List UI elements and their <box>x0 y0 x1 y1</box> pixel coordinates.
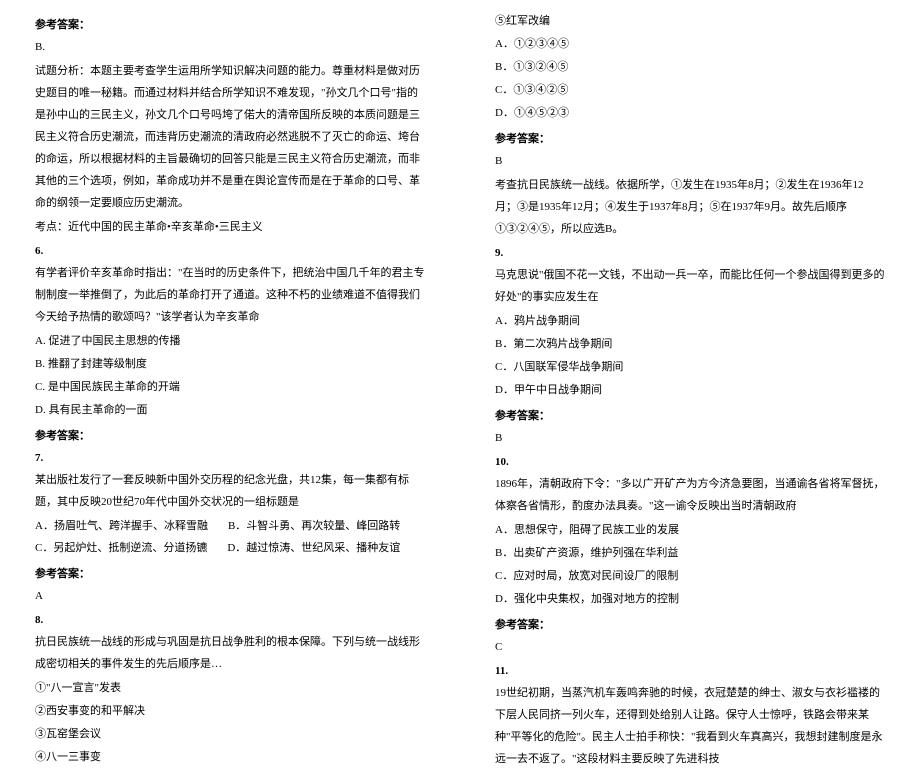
answer-9: B <box>495 427 885 449</box>
q7-option-b: B．斗智斗勇、再次较量、峰回路转 <box>228 515 400 537</box>
q8-item-2: ②西安事变的和平解决 <box>35 700 425 722</box>
q7-option-a: A．扬眉吐气、跨洋握手、冰释雪融 <box>35 515 208 537</box>
q7-option-c: C．另起炉灶、抵制逆流、分道扬镳 <box>35 537 207 559</box>
answer-10: C <box>495 636 885 658</box>
q7-option-d: D．越过惊涛、世纪风采、播种友谊 <box>227 537 400 559</box>
q8-item-3: ③瓦窑堡会议 <box>35 723 425 745</box>
analysis-5-p2: 考点：近代中国的民主革命•辛亥革命•三民主义 <box>35 216 425 238</box>
answer-8: B <box>495 150 885 172</box>
question-7-number: 7. <box>35 447 425 469</box>
q6-option-b: B. 推翻了封建等级制度 <box>35 353 425 375</box>
answer-7: A <box>35 585 425 607</box>
answer-5: B. <box>35 36 425 58</box>
q8-item-4: ④八一三事变 <box>35 746 425 768</box>
q6-option-a: A. 促进了中国民主思想的传播 <box>35 330 425 352</box>
answer-label-10: 参考答案： <box>495 614 885 636</box>
q6-option-c: C. 是中国民族民主革命的开端 <box>35 376 425 398</box>
q8-option-d: D．①④⑤②③ <box>495 102 885 124</box>
q9-option-c: C．八国联军侵华战争期间 <box>495 356 885 378</box>
left-column: 参考答案： B. 试题分析：本题主要考查学生运用所学知识解决问题的能力。尊重材料… <box>0 10 460 641</box>
analysis-5-p1: 试题分析：本题主要考查学生运用所学知识解决问题的能力。尊重材料是做对历史题目的唯… <box>35 60 425 214</box>
q8-option-c: C．①③④②⑤ <box>495 79 885 101</box>
q9-option-a: A．鸦片战争期间 <box>495 310 885 332</box>
q8-option-a: A．①②③④⑤ <box>495 33 885 55</box>
question-9-number: 9. <box>495 242 885 264</box>
q7-options-row1: A．扬眉吐气、跨洋握手、冰释雪融 B．斗智斗勇、再次较量、峰回路转 <box>35 515 425 537</box>
question-8-stem: 抗日民族统一战线的形成与巩固是抗日战争胜利的根本保障。下列与统一战线形成密切相关… <box>35 631 425 675</box>
q10-option-a: A．思想保守，阻碍了民族工业的发展 <box>495 519 885 541</box>
q7-options-row2: C．另起炉灶、抵制逆流、分道扬镳 D．越过惊涛、世纪风采、播种友谊 <box>35 537 425 559</box>
q9-option-b: B．第二次鸦片战争期间 <box>495 333 885 355</box>
q10-option-b: B．出卖矿产资源，维护列强在华利益 <box>495 542 885 564</box>
question-6-number: 6. <box>35 240 425 262</box>
answer-label-9: 参考答案： <box>495 405 885 427</box>
question-11-number: 11. <box>495 660 885 682</box>
answer-label-6: 参考答案： <box>35 425 425 447</box>
answer-label-8: 参考答案： <box>495 128 885 150</box>
q9-option-d: D．甲午中日战争期间 <box>495 379 885 401</box>
question-10-stem: 1896年，清朝政府下令："多以广开矿产为方今济急要图，当通谕各省将军督抚，体察… <box>495 473 885 517</box>
question-8-number: 8. <box>35 609 425 631</box>
answer-label-7: 参考答案： <box>35 563 425 585</box>
question-11-stem: 19世纪初期，当蒸汽机车轰鸣奔驰的时候，衣冠楚楚的绅士、淑女与衣衫褴褛的下层人民… <box>495 682 885 770</box>
q8-item-5: ⑤红军改编 <box>495 10 885 32</box>
question-9-stem: 马克思说"俄国不花一文钱，不出动一兵一卒，而能比任何一个参战国得到更多的好处"的… <box>495 264 885 308</box>
q6-option-d: D. 具有民主革命的一面 <box>35 399 425 421</box>
q8-item-1: ①"八一宣言"发表 <box>35 677 425 699</box>
q8-option-b: B．①③②④⑤ <box>495 56 885 78</box>
question-6-stem: 有学者评价辛亥革命时指出："在当时的历史条件下，把统治中国几千年的君主专制制度一… <box>35 262 425 328</box>
question-10-number: 10. <box>495 451 885 473</box>
analysis-8: 考查抗日民族统一战线。依据所学，①发生在1935年8月；②发生在1936年12月… <box>495 174 885 240</box>
answer-label-5: 参考答案： <box>35 14 425 36</box>
q10-option-c: C．应对时局，放宽对民间设厂的限制 <box>495 565 885 587</box>
question-7-stem: 某出版社发行了一套反映新中国外交历程的纪念光盘，共12集，每一集都有标题，其中反… <box>35 469 425 513</box>
q10-option-d: D．强化中央集权，加强对地方的控制 <box>495 588 885 610</box>
right-column: ⑤红军改编 A．①②③④⑤ B．①③②④⑤ C．①③④②⑤ D．①④⑤②③ 参考… <box>460 10 920 641</box>
